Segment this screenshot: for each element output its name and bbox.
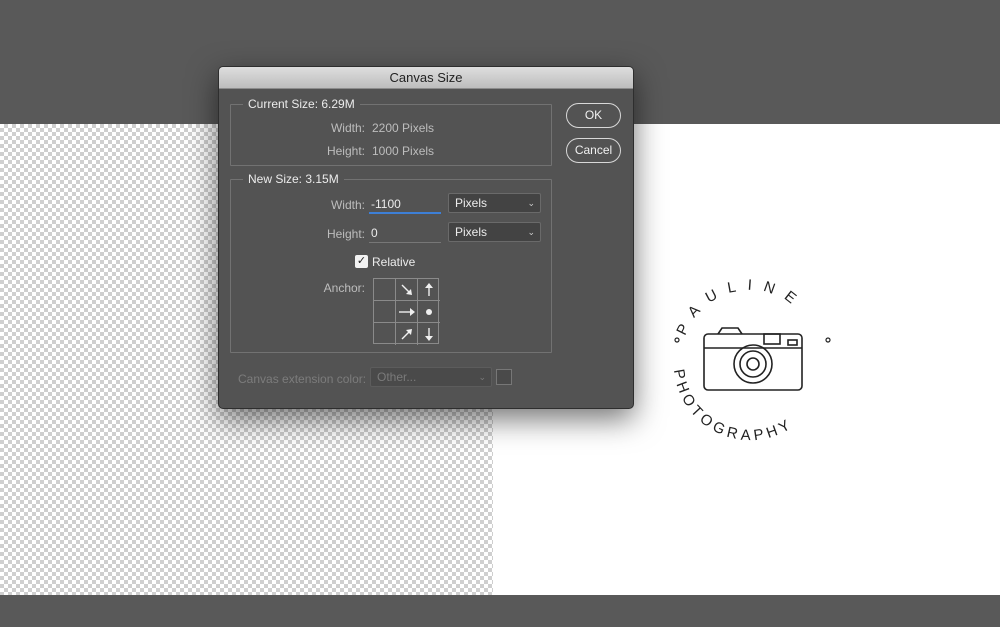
height-unit-value: Pixels bbox=[455, 225, 488, 239]
anchor-middle-left[interactable] bbox=[374, 301, 396, 323]
new-height-input[interactable]: 0 bbox=[369, 223, 441, 243]
anchor-middle-right[interactable] bbox=[418, 301, 440, 323]
pauline-photography-logo: PAULINE PHOTOGRAPHY bbox=[670, 277, 831, 444]
bottom-workspace-bar bbox=[0, 595, 1000, 627]
anchor-middle-center[interactable] bbox=[396, 301, 418, 323]
dialog-title: Canvas Size bbox=[219, 67, 633, 89]
current-size-title: Current Size: 6.29M bbox=[243, 97, 360, 111]
new-size-title: New Size: 3.15M bbox=[243, 172, 344, 186]
chevron-down-icon: ⌄ bbox=[527, 227, 535, 237]
anchor-top-right[interactable] bbox=[418, 279, 440, 301]
height-unit-select[interactable]: Pixels ⌄ bbox=[448, 222, 541, 242]
logo-dot-right bbox=[825, 337, 831, 343]
logo-top-text: PAULINE bbox=[673, 277, 808, 338]
anchor-top-left[interactable] bbox=[374, 279, 396, 301]
anchor-dot-icon bbox=[426, 308, 432, 315]
arrow-up-icon bbox=[425, 282, 433, 296]
cancel-button[interactable]: Cancel bbox=[566, 138, 621, 163]
chevron-down-icon: ⌄ bbox=[527, 198, 535, 208]
anchor-grid bbox=[373, 278, 440, 345]
camera-icon bbox=[703, 327, 803, 391]
extension-color-swatch[interactable] bbox=[496, 369, 512, 385]
extension-color-label: Canvas extension color: bbox=[238, 372, 367, 386]
current-height-label: Height: bbox=[326, 144, 365, 158]
arrow-right-icon bbox=[398, 307, 415, 316]
extension-color-select[interactable]: Other... ⌄ bbox=[370, 367, 492, 387]
width-unit-select[interactable]: Pixels ⌄ bbox=[448, 193, 541, 213]
anchor-bottom-right[interactable] bbox=[418, 323, 440, 345]
new-height-label: Height: bbox=[326, 227, 365, 241]
anchor-bottom-left[interactable] bbox=[374, 323, 396, 345]
current-width-label: Width: bbox=[330, 121, 365, 135]
arrow-down-right-icon bbox=[401, 284, 412, 295]
extension-color-value: Other... bbox=[377, 370, 417, 384]
arrow-down-icon bbox=[425, 328, 433, 341]
width-unit-value: Pixels bbox=[455, 196, 488, 210]
anchor-bottom-center[interactable] bbox=[396, 323, 418, 345]
new-width-label: Width: bbox=[330, 198, 365, 212]
logo-dot-left bbox=[674, 337, 680, 343]
relative-label: Relative bbox=[372, 255, 416, 269]
anchor-top-center[interactable] bbox=[396, 279, 418, 301]
logo-bottom-text: PHOTOGRAPHY bbox=[670, 368, 797, 444]
canvas-size-dialog: Canvas Size Current Size: 6.29M Width: 2… bbox=[218, 66, 634, 409]
current-width-value: 2200 Pixels bbox=[372, 121, 435, 135]
current-height-value: 1000 Pixels bbox=[372, 144, 435, 158]
ok-button[interactable]: OK bbox=[566, 103, 621, 128]
relative-checkbox[interactable]: ✓ bbox=[355, 255, 368, 268]
chevron-down-icon: ⌄ bbox=[478, 372, 486, 382]
new-width-input[interactable]: -1100 bbox=[369, 194, 441, 214]
anchor-label: Anchor: bbox=[323, 281, 365, 295]
arrow-up-right-icon bbox=[401, 329, 412, 340]
